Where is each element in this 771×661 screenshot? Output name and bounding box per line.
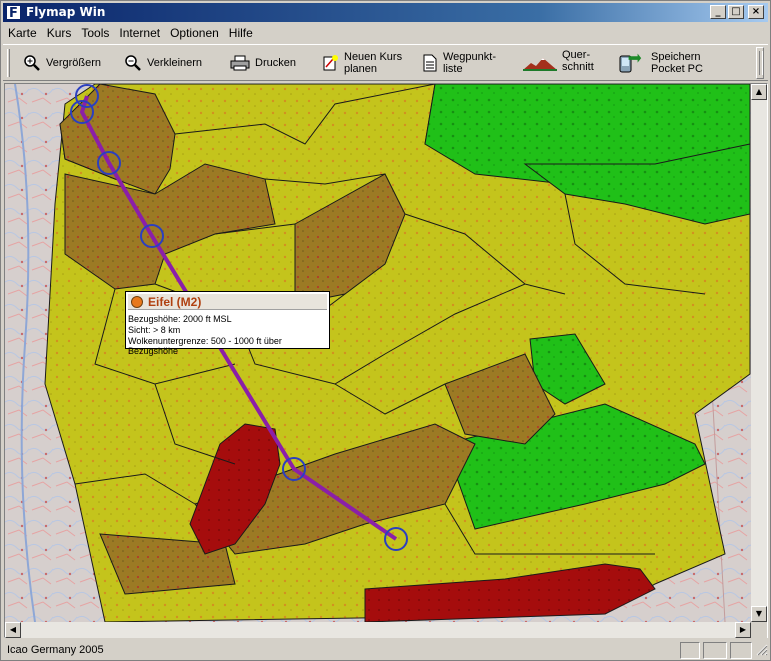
new-course-icon — [323, 55, 338, 71]
toolbar: Vergrößern Verkleinern Drucken Neuen Kur… — [3, 44, 768, 81]
save-pocket-pc-button[interactable]: Speichern Pocket PC — [618, 49, 703, 77]
status-pane-2 — [703, 642, 727, 659]
scroll-right-button[interactable]: ▶ — [735, 622, 751, 638]
cross-section-button[interactable]: Quer-schnitt — [523, 49, 594, 77]
vertical-scrollbar[interactable]: ▲ ▼ — [751, 84, 767, 622]
map-canvas[interactable] — [5, 84, 751, 622]
terrain-profile-icon — [523, 58, 557, 71]
waypoint-label-1: Wegpunkt- — [443, 51, 496, 63]
pocket-label-1: Speichern — [651, 51, 701, 63]
toolbar-resize-grip[interactable] — [756, 47, 764, 79]
status-pane-3 — [730, 642, 752, 659]
cross-section-label-2: schnitt — [562, 61, 594, 73]
close-button[interactable]: × — [748, 5, 764, 19]
tooltip-reference-height: Bezugshöhe: 2000 ft MSL — [128, 314, 232, 324]
menu-bar: Karte Kurs Tools Internet Optionen Hilfe — [3, 23, 768, 42]
toolbar-grip[interactable] — [7, 49, 10, 77]
scroll-down-button[interactable]: ▼ — [751, 606, 767, 622]
tooltip-cloud-base: Wolkenuntergrenze: 500 - 1000 ft über Be… — [128, 336, 282, 356]
menu-optionen[interactable]: Optionen — [165, 26, 224, 40]
window-title: Flymap Win — [26, 5, 106, 19]
scroll-up-button[interactable]: ▲ — [751, 84, 767, 100]
new-course-label-1: Neuen Kurs — [344, 51, 403, 63]
menu-tools[interactable]: Tools — [76, 26, 114, 40]
status-pane-1 — [680, 642, 700, 659]
resize-grip-icon — [756, 644, 768, 656]
pocket-label-2: Pocket PC — [651, 63, 703, 75]
status-text: Icao Germany 2005 — [7, 644, 104, 656]
cross-section-label-1: Quer- — [562, 49, 591, 61]
document-list-icon — [423, 54, 437, 72]
status-bar: Icao Germany 2005 — [3, 641, 768, 660]
zoom-out-label: Verkleinern — [147, 57, 203, 69]
tooltip-visibility: Sicht: > 8 km — [128, 325, 181, 335]
waypoint-list-button[interactable]: Wegpunkt-liste — [422, 49, 496, 77]
horizontal-scrollbar[interactable]: ◀ ▶ — [5, 622, 751, 638]
zoom-in-button[interactable]: Vergrößern — [23, 49, 101, 77]
pocket-pc-icon — [619, 53, 642, 73]
tooltip-header: Eifel (M2) — [128, 294, 327, 310]
region-dot-icon — [131, 296, 143, 308]
zoom-in-label: Vergrößern — [46, 57, 102, 69]
zoom-out-button[interactable]: Verkleinern — [124, 49, 202, 77]
app-window: F Flymap Win _ □ × Karte Kurs Tools Inte… — [0, 0, 771, 661]
size-grip[interactable] — [754, 642, 768, 659]
map-svg[interactable] — [5, 84, 751, 622]
magnifier-plus-icon — [24, 55, 40, 71]
tooltip-title: Eifel (M2) — [148, 295, 202, 309]
scrollbar-corner — [751, 622, 767, 638]
title-bar[interactable]: F Flymap Win _ □ × — [3, 3, 768, 22]
print-label: Drucken — [255, 57, 296, 69]
app-icon: F — [6, 5, 21, 21]
menu-kurs[interactable]: Kurs — [42, 26, 77, 40]
magnifier-minus-icon — [125, 55, 141, 71]
menu-internet[interactable]: Internet — [114, 26, 165, 40]
minimize-button[interactable]: _ — [710, 5, 726, 19]
new-course-label-2: planen — [344, 63, 378, 75]
waypoint-label-2: liste — [443, 63, 463, 75]
print-button[interactable]: Drucken — [230, 49, 296, 77]
menu-hilfe[interactable]: Hilfe — [224, 26, 258, 40]
menu-karte[interactable]: Karte — [3, 26, 42, 40]
scroll-left-button[interactable]: ◀ — [5, 622, 21, 638]
region-tooltip: Eifel (M2) Bezugshöhe: 2000 ft MSL Sicht… — [125, 291, 330, 356]
printer-icon — [230, 55, 250, 71]
maximize-button[interactable]: □ — [728, 5, 744, 19]
new-course-button[interactable]: Neuen Kurs planen — [321, 49, 402, 77]
